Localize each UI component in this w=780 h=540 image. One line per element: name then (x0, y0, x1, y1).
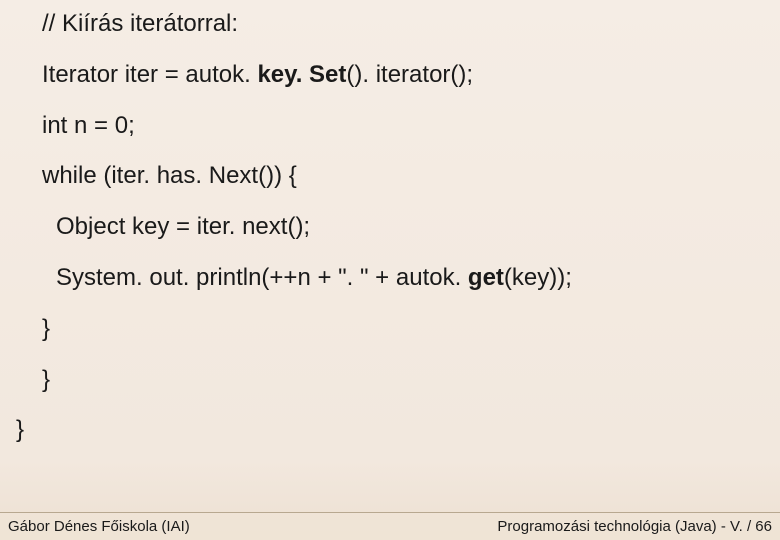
code-line-iterator: Iterator iter = autok. key. Set(). itera… (0, 61, 780, 90)
code-line-while: while (iter. has. Next()) { (0, 162, 780, 191)
code-line-comment: // Kiírás iterátorral: (0, 10, 780, 39)
footer-left: Gábor Dénes Főiskola (IAI) (8, 518, 190, 535)
code-text: (). iterator(); (346, 61, 473, 88)
code-line-object: Object key = iter. next(); (0, 213, 780, 242)
code-line-brace: } (0, 416, 780, 445)
code-block: // Kiírás iterátorral: Iterator iter = a… (0, 0, 780, 445)
code-text: Iterator iter = autok. (42, 61, 257, 88)
code-text: System. out. println(++n + ". " + autok. (56, 264, 468, 291)
footer: Gábor Dénes Főiskola (IAI) Programozási … (0, 512, 780, 540)
code-line-brace: } (0, 366, 780, 395)
code-text: (key)); (504, 264, 572, 291)
code-bold: key. Set (257, 61, 346, 88)
code-bold: get (468, 264, 504, 291)
code-line-int: int n = 0; (0, 112, 780, 141)
code-line-println: System. out. println(++n + ". " + autok.… (0, 264, 780, 293)
footer-right: Programozási technológia (Java) - V. / 6… (497, 518, 772, 535)
code-line-brace: } (0, 315, 780, 344)
